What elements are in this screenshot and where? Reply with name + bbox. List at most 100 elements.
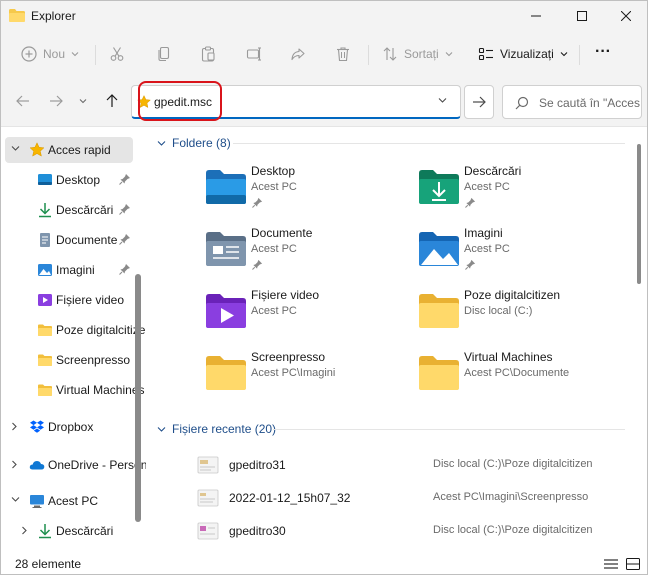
file-location: Disc local (C:)\Poze digitalcitizen — [433, 458, 593, 470]
title-bar[interactable]: Explorer — [1, 1, 647, 31]
sidebar-item-onedrive[interactable]: OneDrive - Personal — [5, 452, 146, 478]
recent-locations-button[interactable] — [71, 89, 95, 113]
folder-name: Screenpresso — [251, 350, 326, 364]
arrow-right-icon — [50, 95, 63, 107]
sidebar-item-dropbox[interactable]: Dropbox — [5, 414, 133, 440]
search-box[interactable]: Se caută în "Acces rapid" — [502, 85, 642, 119]
sidebar-item-desktop[interactable]: Desktop — [5, 167, 133, 193]
group-divider — [233, 143, 625, 144]
new-label: Nou — [43, 47, 66, 61]
folder-tile[interactable]: Fișiere video Acest PC — [205, 287, 415, 343]
sidebar-item-downloads[interactable]: Descărcări — [5, 197, 133, 223]
sidebar-scrollbar[interactable] — [135, 274, 141, 522]
content-scrollbar[interactable] — [637, 144, 641, 284]
folder-app-icon — [9, 9, 25, 22]
sidebar-item-quick-access[interactable]: Acces rapid — [5, 137, 133, 163]
folder-icon — [38, 384, 52, 396]
folder-location: Acest PC — [251, 243, 297, 255]
folder-tile[interactable]: Virtual Machines Acest PC\Documente — [418, 349, 628, 405]
group-divider — [273, 429, 625, 430]
rename-button[interactable] — [246, 39, 262, 69]
folder-tile[interactable]: Documente Acest PC — [205, 225, 415, 281]
chevron-down-icon[interactable] — [438, 97, 447, 104]
minimize-button[interactable] — [513, 1, 559, 31]
details-view-button[interactable] — [601, 556, 621, 572]
toolbar-separator — [579, 45, 580, 65]
documents-folder-icon — [206, 232, 246, 266]
up-button[interactable] — [100, 89, 124, 113]
view-button[interactable]: Vizualizați — [478, 39, 568, 69]
delete-button[interactable] — [335, 39, 351, 69]
close-icon — [621, 11, 631, 21]
sidebar-item-folder[interactable]: Screenpresso — [5, 347, 133, 373]
folder-tile[interactable]: Screenpresso Acest PC\Imagini — [205, 349, 415, 405]
folder-tile[interactable]: Poze digitalcitizen Disc local (C:) — [418, 287, 628, 343]
sidebar-item-documents[interactable]: Documente — [5, 227, 133, 253]
chevron-down-icon — [11, 497, 20, 502]
group-header-folders[interactable]: Foldere (8) — [157, 134, 231, 152]
back-button[interactable] — [11, 89, 35, 113]
recent-file-row[interactable]: gpeditro30 Disc local (C:)\Poze digitalc… — [197, 518, 637, 544]
folder-name: Descărcări — [464, 164, 522, 178]
close-button[interactable] — [603, 1, 647, 31]
pin-icon — [119, 234, 130, 245]
recent-file-row[interactable]: 2022-01-12_15h07_32 Acest PC\Imagini\Scr… — [197, 485, 637, 511]
cut-button[interactable] — [109, 39, 125, 69]
toolbar-separator — [95, 45, 96, 65]
new-button[interactable]: Nou — [21, 39, 79, 69]
folder-name: Fișiere video — [251, 288, 320, 302]
folder-tile[interactable]: Desktop Acest PC — [205, 163, 415, 219]
sidebar-item-label: Desktop — [56, 173, 101, 187]
pin-icon — [465, 197, 476, 208]
sidebar-item-label: OneDrive - Personal — [48, 458, 146, 472]
video-icon — [38, 294, 52, 306]
sidebar-item-label: Acces rapid — [48, 143, 111, 157]
arrow-right-icon — [473, 96, 486, 108]
paste-button[interactable] — [200, 39, 216, 69]
sidebar-item-downloads[interactable]: Descărcări — [5, 518, 133, 544]
pin-icon — [119, 204, 130, 215]
see-more-button[interactable]: ··· — [595, 37, 611, 67]
sort-button[interactable]: Sortați — [382, 39, 453, 69]
sidebar-item-videos[interactable]: Fișiere video — [5, 287, 133, 313]
sidebar-item-label: Acest PC — [48, 494, 99, 508]
folder-tile[interactable]: Imagini Acest PC — [418, 225, 628, 281]
onedrive-icon — [29, 461, 45, 470]
sidebar-item-pictures[interactable]: Imagini — [5, 257, 133, 283]
folder-icon — [38, 324, 52, 336]
search-input[interactable]: Se caută în "Acces rapid" — [539, 96, 641, 110]
folder-tile[interactable]: Descărcări Acest PC — [418, 163, 628, 219]
pictures-folder-icon — [419, 232, 459, 266]
folder-name: Desktop — [251, 164, 296, 178]
arrow-up-icon — [106, 94, 118, 107]
sidebar-item-folder[interactable]: Poze digitalcitizen — [5, 317, 146, 343]
share-icon — [291, 48, 305, 61]
star-icon — [29, 142, 45, 157]
folder-icon — [419, 294, 459, 328]
image-file-icon — [197, 456, 219, 474]
navigation-bar: gpedit.msc Se caută în "Acces rapid" — [1, 77, 647, 127]
sidebar-item-this-pc[interactable]: Acest PC — [5, 488, 133, 514]
go-button[interactable] — [464, 85, 494, 119]
sidebar-item-folder[interactable]: Virtual Machines — [5, 377, 145, 403]
share-button[interactable] — [290, 39, 306, 69]
folder-location: Acest PC — [464, 181, 510, 193]
trash-icon — [337, 47, 349, 62]
chevron-down-icon — [157, 140, 166, 146]
explorer-window: Explorer Nou Sortați Vizualizați ··· gpe… — [0, 0, 648, 575]
tiles-view-button[interactable] — [623, 556, 643, 572]
maximize-button[interactable] — [559, 1, 605, 31]
folder-location: Acest PC — [464, 243, 510, 255]
copy-icon — [158, 46, 170, 62]
file-name: 2022-01-12_15h07_32 — [229, 491, 351, 505]
navigation-pane: Acces rapid Desktop Descărcări Documente… — [1, 128, 146, 553]
group-header-recent-files[interactable]: Fișiere recente (20) — [157, 420, 276, 438]
chevron-right-icon — [12, 422, 17, 431]
address-bar[interactable]: gpedit.msc — [131, 81, 461, 121]
group-title: Fișiere recente (20) — [172, 422, 277, 436]
recent-file-row[interactable]: gpeditro31 Disc local (C:)\Poze digitalc… — [197, 452, 637, 478]
dropbox-icon — [30, 420, 44, 433]
forward-button[interactable] — [44, 89, 68, 113]
copy-button[interactable] — [156, 39, 172, 69]
document-icon — [40, 233, 50, 247]
